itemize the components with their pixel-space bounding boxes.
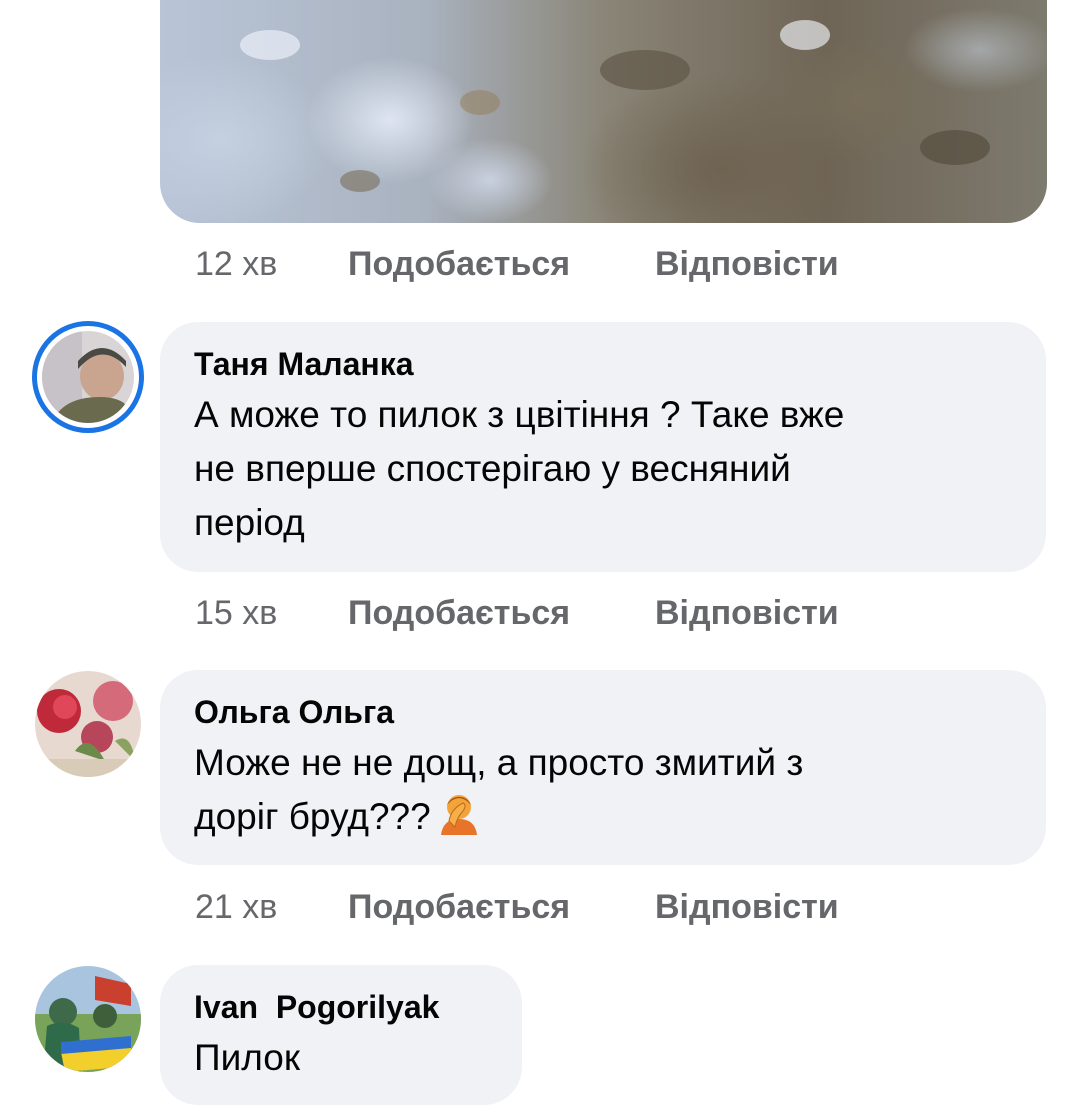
flowers-profile-photo-icon[interactable] bbox=[35, 671, 141, 777]
comment-actions: 21 хв Подобається Відповісти bbox=[195, 887, 839, 927]
reply-button[interactable]: Відповісти bbox=[655, 594, 839, 633]
like-button[interactable]: Подобається bbox=[348, 594, 655, 633]
comment-timestamp[interactable]: 12 хв bbox=[195, 245, 348, 284]
comment-timestamp[interactable]: 21 хв bbox=[195, 888, 348, 927]
comment-text-line: не вперше спостерігаю у весняний bbox=[194, 448, 791, 489]
comment-bubble: Ivan Pogorilyak Пилок bbox=[160, 965, 522, 1105]
comment-bubble: Ольга Ольга Може не не дощ, а просто зми… bbox=[160, 670, 1046, 865]
comment-text: А може то пилок з цвітіння ? Таке вже не… bbox=[194, 388, 1014, 550]
facepalm-emoji-icon bbox=[437, 791, 481, 835]
outdoor-profile-photo-icon[interactable] bbox=[35, 966, 141, 1072]
comment-text-line: А може то пилок з цвітіння ? Таке вже bbox=[194, 394, 845, 435]
reply-button[interactable]: Відповісти bbox=[655, 245, 839, 284]
comment-text-line: доріг бруд??? bbox=[194, 796, 431, 837]
comment-text-line: Пилок bbox=[194, 1037, 301, 1078]
comment-text: Пилок bbox=[194, 1031, 490, 1085]
comment-bubble: Таня Маланка А може то пилок з цвітіння … bbox=[160, 322, 1046, 572]
like-button[interactable]: Подобається bbox=[348, 888, 655, 927]
comment-author[interactable]: Ольга Ольга bbox=[194, 692, 1014, 732]
reply-button[interactable]: Відповісти bbox=[655, 888, 839, 927]
profile-photo-ring-icon[interactable] bbox=[42, 331, 134, 423]
comment-actions: 12 хв Подобається Відповісти bbox=[195, 244, 839, 284]
comment-author[interactable]: Ivan Pogorilyak bbox=[194, 987, 490, 1027]
comment-actions: 15 хв Подобається Відповісти bbox=[195, 593, 839, 633]
comment-text-line: Може не не дощ, а просто змитий з bbox=[194, 742, 804, 783]
comment-author[interactable]: Таня Маланка bbox=[194, 344, 1014, 384]
comment-photo[interactable] bbox=[160, 0, 1047, 223]
like-button[interactable]: Подобається bbox=[348, 245, 655, 284]
comment-timestamp[interactable]: 15 хв bbox=[195, 594, 348, 633]
comment-text-line-wrap: доріг бруд??? bbox=[194, 790, 1014, 844]
comment-text-line: період bbox=[194, 502, 305, 543]
comment-text: Може не не дощ, а просто змитий з доріг … bbox=[194, 736, 1014, 844]
